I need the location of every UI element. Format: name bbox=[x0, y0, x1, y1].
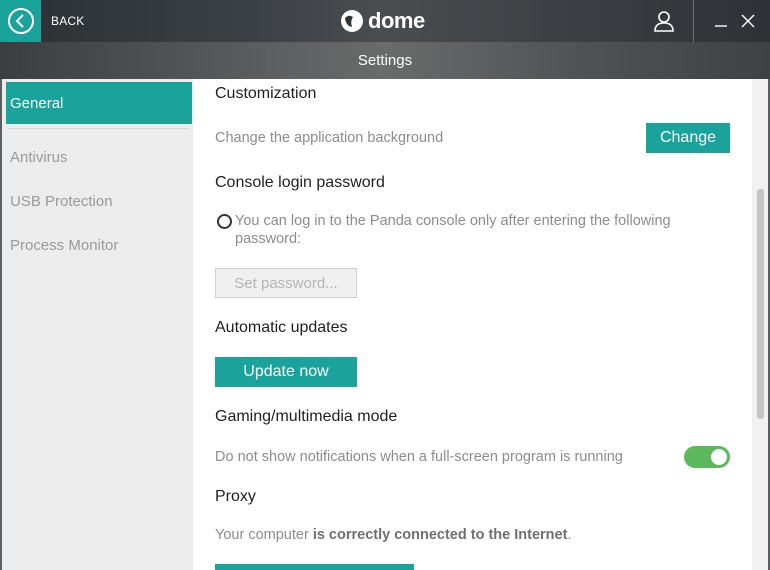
back-arrow-icon bbox=[7, 8, 34, 34]
window-controls-divider bbox=[693, 0, 694, 42]
customization-desc: Change the application background bbox=[215, 130, 444, 146]
settings-content: Customization Change the application bac… bbox=[193, 79, 752, 570]
title-bar: BACK dome bbox=[0, 0, 770, 42]
brand-name: dome bbox=[368, 8, 425, 33]
panda-logo-icon bbox=[341, 10, 363, 32]
back-button[interactable] bbox=[0, 0, 41, 42]
minimize-icon bbox=[715, 25, 727, 27]
customization-title: Customization bbox=[215, 85, 317, 102]
console-password-radio-label: You can log in to the Panda console only… bbox=[235, 213, 671, 247]
proxy-button[interactable] bbox=[215, 564, 414, 570]
sidebar-item-process-monitor[interactable]: Process Monitor bbox=[6, 224, 192, 266]
settings-header: Settings bbox=[0, 42, 770, 79]
proxy-desc-status: is correctly connected to the Internet bbox=[312, 527, 568, 543]
sidebar-item-usb-protection[interactable]: USB Protection bbox=[6, 180, 192, 222]
gaming-mode-desc: Do not show notifications when a full-sc… bbox=[215, 449, 623, 465]
update-now-button[interactable]: Update now bbox=[215, 357, 357, 387]
content-scrollbar[interactable] bbox=[752, 79, 770, 570]
set-password-button: Set password... bbox=[215, 268, 357, 298]
back-label[interactable]: BACK bbox=[51, 14, 84, 28]
proxy-desc-prefix: Your computer bbox=[215, 527, 313, 543]
scrollbar-thumb[interactable] bbox=[757, 189, 764, 419]
user-account-button[interactable] bbox=[648, 6, 680, 36]
proxy-desc-suffix: . bbox=[567, 527, 572, 543]
sidebar-item-antivirus[interactable]: Antivirus bbox=[6, 136, 192, 178]
automatic-updates-title: Automatic updates bbox=[215, 319, 348, 336]
close-button[interactable] bbox=[737, 10, 759, 32]
sidebar-item-general[interactable]: General bbox=[6, 82, 192, 124]
change-background-button[interactable]: Change bbox=[646, 123, 730, 153]
close-icon bbox=[741, 14, 755, 28]
sidebar-divider bbox=[8, 128, 188, 129]
app-logo: dome bbox=[340, 8, 425, 34]
console-password-title: Console login password bbox=[215, 174, 385, 191]
proxy-desc: Your computer is correctly connected to … bbox=[215, 527, 571, 543]
minimize-button[interactable] bbox=[710, 10, 732, 32]
gaming-mode-title: Gaming/multimedia mode bbox=[215, 408, 398, 425]
sidebar: General Antivirus USB Protection Process… bbox=[0, 79, 193, 570]
toggle-knob bbox=[711, 449, 727, 465]
page-title: Settings bbox=[357, 52, 413, 69]
gaming-mode-toggle[interactable] bbox=[684, 446, 730, 468]
user-icon bbox=[654, 11, 674, 32]
console-password-radio[interactable] bbox=[217, 214, 232, 229]
proxy-title: Proxy bbox=[215, 488, 256, 505]
